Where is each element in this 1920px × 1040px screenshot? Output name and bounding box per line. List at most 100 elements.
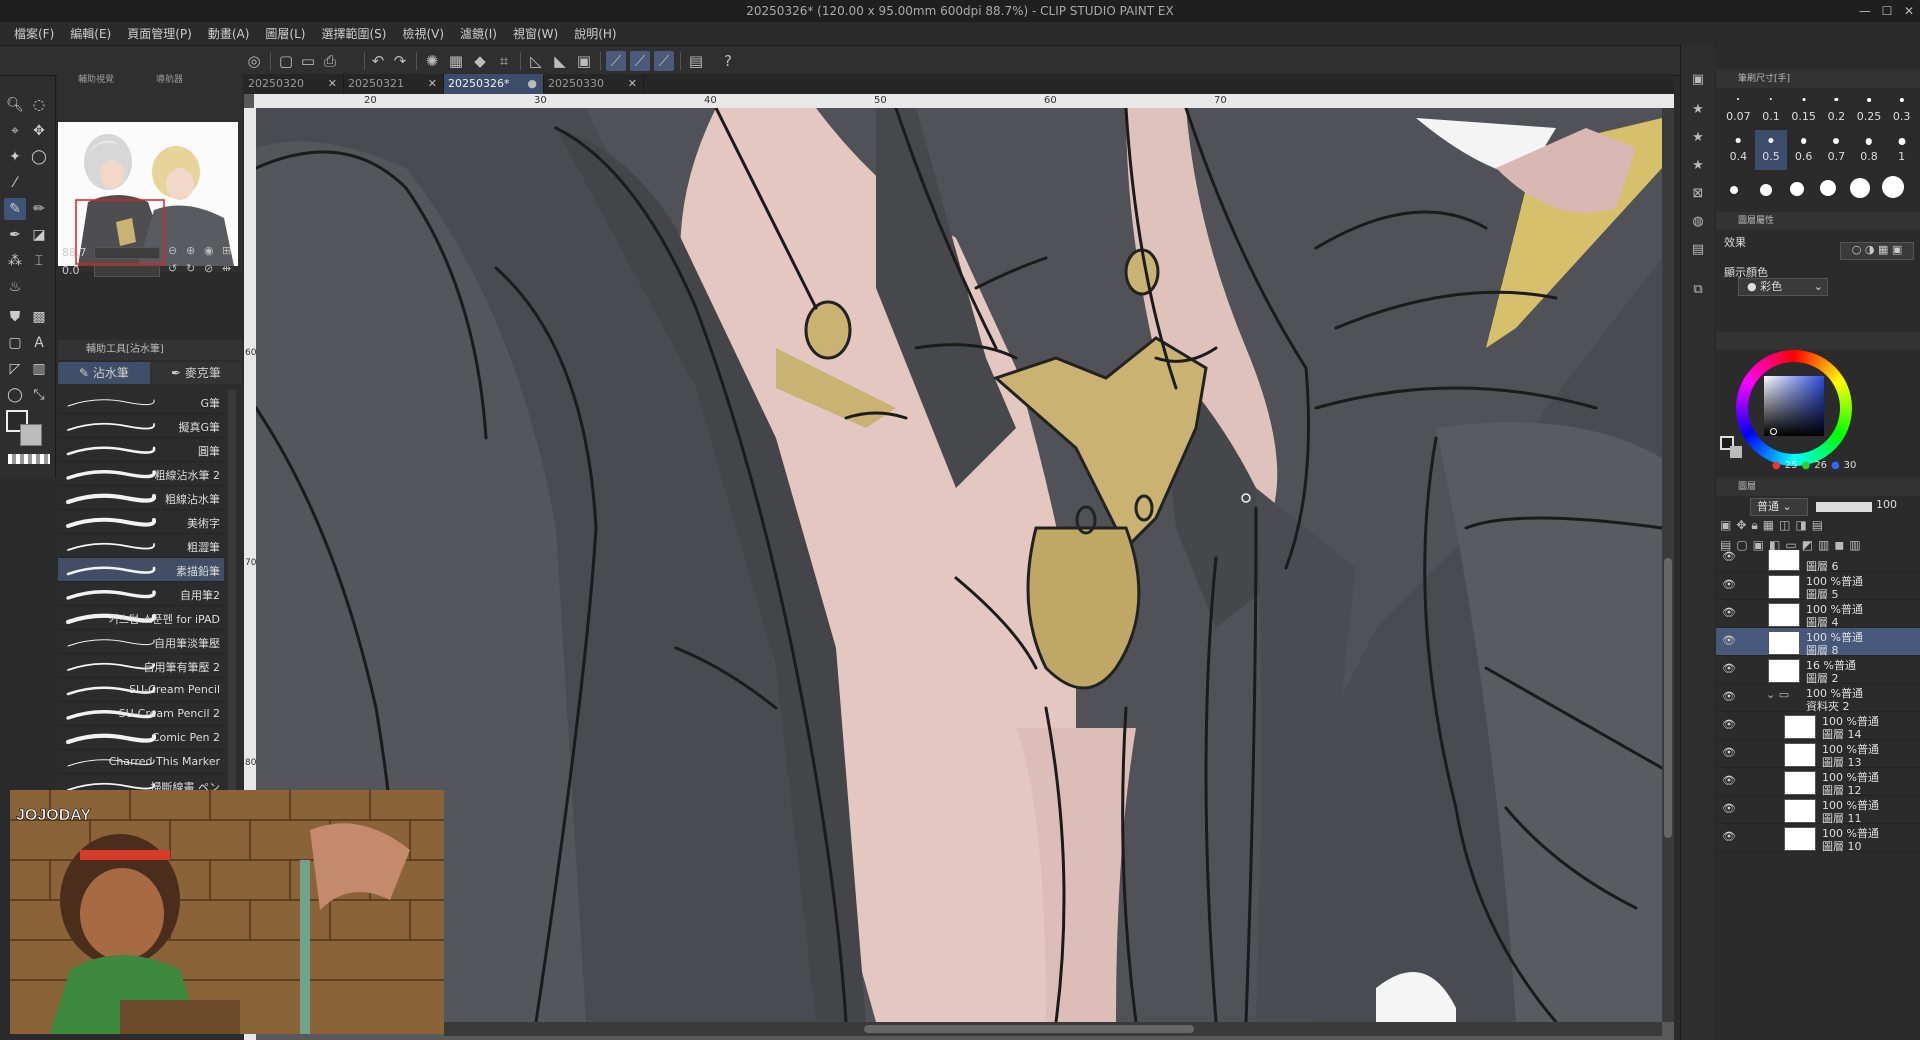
brush-size-option[interactable]: 1	[1885, 130, 1918, 170]
fit-icon[interactable]: ◉	[204, 244, 214, 257]
zoom-in-icon[interactable]: ⊕	[186, 244, 195, 257]
visibility-eye-icon[interactable]: 👁︎	[1722, 690, 1736, 703]
brush-item[interactable]: Charred This Marker	[58, 750, 224, 774]
operation-icon[interactable]: ⤡	[28, 384, 50, 406]
rotate-value[interactable]: 0.0	[62, 264, 80, 277]
size-dot[interactable]	[1730, 186, 1738, 194]
brush-size-option[interactable]: 0.4	[1722, 130, 1755, 170]
brush-size-option[interactable]: 0.8	[1853, 130, 1886, 170]
eraser-icon[interactable]: ◪	[28, 224, 50, 246]
help-icon[interactable]: ?	[718, 51, 738, 71]
menu-filter[interactable]: 濾鏡(I)	[460, 25, 497, 42]
menu-file[interactable]: 檔案(F)	[14, 25, 54, 42]
brush-item[interactable]: G筆	[58, 390, 224, 414]
snap-special-ruler-icon[interactable]: ⟋	[630, 51, 650, 71]
fit-window-icon[interactable]: ⊞	[222, 244, 231, 257]
close-icon[interactable]: ✕	[1898, 0, 1920, 22]
fill-icon[interactable]: ◆	[470, 51, 490, 71]
sub-color-chip[interactable]	[1730, 446, 1742, 458]
brush-item[interactable]: 素描鉛筆	[58, 558, 224, 582]
invert-selection-icon[interactable]: ◣	[550, 51, 570, 71]
rotate-slider[interactable]	[94, 265, 160, 277]
menu-layer[interactable]: 圖層(L)	[265, 25, 305, 42]
doc-tab[interactable]: 20250321 ✕	[344, 74, 444, 94]
menu-view[interactable]: 檢視(V)	[402, 25, 444, 42]
brush-item[interactable]: 圓筆	[58, 438, 224, 462]
brush-item[interactable]: 自用筆有筆壓 2	[58, 654, 224, 678]
visibility-eye-icon[interactable]: 👁︎	[1722, 662, 1736, 675]
navigator-tab[interactable]: 導航器	[156, 72, 183, 88]
flip-icon[interactable]: ⇹	[222, 262, 231, 275]
sub-view-tab[interactable]: 輔助視覺	[78, 72, 114, 88]
display-color-select[interactable]: ● 彩色 ⌄	[1738, 278, 1828, 296]
figure-icon[interactable]: ▢	[4, 332, 26, 354]
rotate-left-icon[interactable]: ↺	[168, 262, 177, 275]
size-dot[interactable]	[1760, 184, 1772, 196]
close-tab-icon[interactable]: ✕	[428, 74, 437, 94]
layer-item[interactable]: 👁︎ 100 %普通 圖層 4	[1716, 600, 1920, 629]
brush-icon[interactable]: ✒	[4, 224, 26, 246]
layer-item[interactable]: 👁︎ 100 %普通 圖層 5	[1716, 572, 1920, 601]
tab-marker[interactable]: ✒ 麥克筆	[150, 362, 242, 384]
brush-item[interactable]: 커스텀 스푼펜 for iPAD	[58, 606, 224, 630]
material-star-icon[interactable]: ★	[1689, 158, 1707, 176]
brush-item[interactable]: SU-Cream Pencil 2	[58, 702, 224, 726]
layer-item[interactable]: 👁︎ 100 %普通 圖層 12	[1716, 768, 1920, 797]
brush-size-option[interactable]: 0.07	[1722, 90, 1755, 130]
visibility-eye-icon[interactable]: 👁︎	[1722, 578, 1736, 591]
selection-icon[interactable]: ◯	[28, 146, 50, 168]
vertical-scrollbar[interactable]	[1662, 108, 1674, 1022]
layer-item[interactable]: 👁︎ 100 %普通 圖層 14	[1716, 712, 1920, 741]
snap-ruler-icon[interactable]: ⟋	[606, 51, 626, 71]
horizontal-scroll-thumb[interactable]	[864, 1025, 1194, 1033]
visibility-eye-icon[interactable]: 👁︎	[1722, 802, 1736, 815]
brush-item[interactable]: 美術字	[58, 510, 224, 534]
decoration-icon[interactable]: ♨	[4, 276, 26, 298]
auto-action-icon[interactable]: ⊠	[1689, 186, 1707, 204]
brush-size-option[interactable]: 0.5	[1754, 130, 1788, 170]
brush-item[interactable]: 自用筆2	[58, 582, 224, 606]
size-dot[interactable]	[1850, 178, 1870, 198]
rotate-right-icon[interactable]: ↻	[186, 262, 195, 275]
fill-bucket-icon[interactable]: ⛊	[4, 306, 26, 328]
pen-icon[interactable]: ✎	[4, 198, 26, 220]
color-wheel[interactable]	[1736, 350, 1852, 466]
close-tab-icon[interactable]: ✕	[328, 74, 337, 94]
material-icon[interactable]: ▣	[1689, 72, 1707, 90]
sub-color-swatch[interactable]	[20, 424, 42, 446]
move-icon[interactable]: ✥	[28, 120, 50, 142]
new-icon[interactable]: ▢	[276, 51, 296, 71]
frame-icon[interactable]: ◸	[4, 358, 26, 380]
close-tab-icon[interactable]: ✕	[628, 74, 637, 94]
deselect-icon[interactable]: ◺	[526, 51, 546, 71]
material-star-icon[interactable]: ★	[1689, 102, 1707, 120]
clear-icon[interactable]: ✺	[422, 51, 442, 71]
pencil-icon[interactable]: ✏	[28, 198, 50, 220]
opacity-slider[interactable]	[1816, 502, 1872, 512]
visibility-eye-icon[interactable]: 👁︎	[1722, 830, 1736, 843]
saturation-value-square[interactable]	[1764, 376, 1824, 436]
brush-size-option[interactable]: 0.7	[1820, 130, 1853, 170]
doc-tab[interactable]: 20250330 ✕	[544, 74, 644, 94]
blend-icon[interactable]: ⌶	[28, 250, 50, 272]
unsaved-dot-icon[interactable]: ●	[527, 74, 537, 94]
brush-size-option[interactable]: 0.2	[1820, 90, 1853, 130]
open-icon[interactable]: ▭	[298, 51, 318, 71]
layer-search-icon[interactable]: ⧉	[1689, 282, 1707, 300]
transparent-color-swatch[interactable]	[8, 454, 50, 464]
size-dot[interactable]	[1882, 176, 1904, 198]
size-dot[interactable]	[1790, 182, 1804, 196]
menu-page[interactable]: 頁面管理(P)	[127, 25, 192, 42]
brush-item[interactable]: 粗線沾水筆 2	[58, 462, 224, 486]
text-icon[interactable]: A	[28, 332, 50, 354]
reset-rotation-icon[interactable]: ⊘	[204, 262, 213, 275]
zoom-slider[interactable]	[94, 247, 160, 259]
brush-item[interactable]: 粗線沾水筆	[58, 486, 224, 510]
material-star-icon[interactable]: ★	[1689, 130, 1707, 148]
brush-item[interactable]: 擬真G筆	[58, 414, 224, 438]
app-logo-icon[interactable]: ◎	[244, 51, 264, 71]
redo-icon[interactable]: ↷	[390, 51, 410, 71]
color-mix-icon[interactable]: ◍	[1689, 214, 1707, 232]
object-select-icon[interactable]: ⌖	[4, 120, 26, 142]
eyedropper-icon[interactable]: ⁄	[4, 172, 26, 194]
